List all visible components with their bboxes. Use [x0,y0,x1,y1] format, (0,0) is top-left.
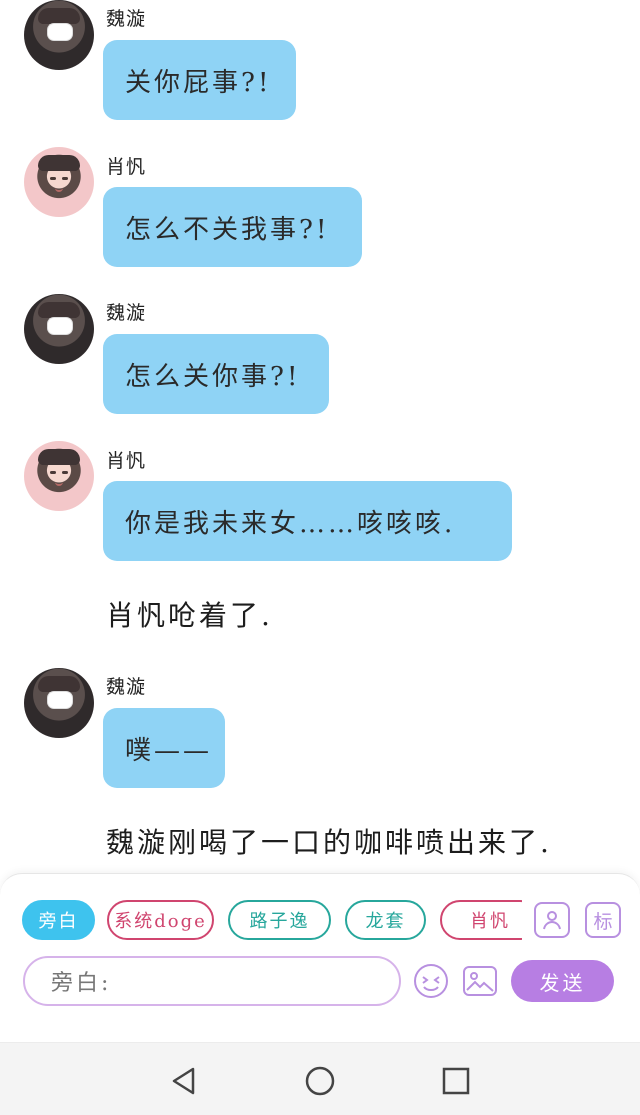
chat-thread: 魏漩 关你屁事?! 肖忛 怎么不关我事?! 魏漩 怎么关你事?! 肖忛 你是我未… [0,0,640,875]
sender-name: 魏漩 [106,8,147,30]
message-bubble[interactable]: 关你屁事?! [103,40,296,120]
role-selector: 旁白 系统doge 路子逸 龙套 肖忛 [22,900,522,942]
avatar-wei-xuan[interactable] [24,668,94,738]
back-icon[interactable] [166,1063,202,1099]
message-bubble[interactable]: 噗—— [103,708,225,788]
role-chip-system-doge[interactable]: 系统doge [107,900,214,940]
message-bubble[interactable]: 你是我未来女……咳咳咳. [103,481,512,561]
avatar-xiao-fan[interactable] [24,441,94,511]
message-bubble[interactable]: 怎么关你事?! [103,334,329,414]
profile-icon[interactable] [534,902,570,938]
recents-icon[interactable] [438,1063,474,1099]
narration-text: 肖忛呛着了. [106,599,273,632]
sender-name: 肖忛 [106,450,147,472]
sender-name: 肖忛 [106,156,147,178]
message-bubble[interactable]: 怎么不关我事?! [103,187,362,267]
tag-icon[interactable]: 标 [585,902,621,938]
message-input[interactable]: 旁白: [23,956,401,1006]
role-chip-xiao-fan[interactable]: 肖忛 [440,900,522,940]
avatar-xiao-fan[interactable] [24,147,94,217]
role-chip-lu-ziyi[interactable]: 路子逸 [228,900,331,940]
home-icon[interactable] [302,1063,338,1099]
android-navigation-bar [0,1042,640,1115]
send-button[interactable]: 发送 [511,960,614,1002]
role-chip-narrator[interactable]: 旁白 [22,900,95,940]
emoji-icon[interactable] [412,962,450,1000]
role-chip-long-tao[interactable]: 龙套 [345,900,426,940]
narration-text: 魏漩刚喝了一口的咖啡喷出来了. [106,826,552,859]
sender-name: 魏漩 [106,676,147,698]
image-icon[interactable] [461,962,499,1000]
avatar-wei-xuan[interactable] [24,0,94,70]
avatar-wei-xuan[interactable] [24,294,94,364]
composer-panel: 旁白 系统doge 路子逸 龙套 肖忛 标 旁白: 发送 [0,873,640,1043]
sender-name: 魏漩 [106,302,147,324]
